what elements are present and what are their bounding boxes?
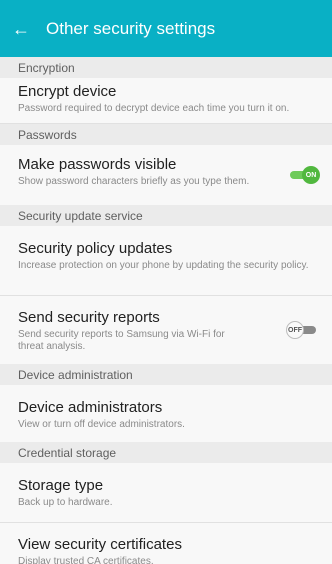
item-title: Device administrators bbox=[18, 399, 163, 416]
section-header-encryption: Encryption bbox=[0, 57, 332, 78]
send-security-reports-item[interactable]: Send security reports Send security repo… bbox=[0, 296, 332, 364]
device-administrators-item[interactable]: Device administrators View or turn off d… bbox=[0, 385, 332, 442]
view-security-certificates-item[interactable]: View security certificates Display trust… bbox=[0, 523, 332, 564]
item-subtitle: Password required to decrypt device each… bbox=[18, 103, 290, 114]
item-subtitle: Back up to hardware. bbox=[18, 497, 113, 508]
item-title: Make passwords visible bbox=[18, 156, 177, 173]
item-title: Send security reports bbox=[18, 309, 160, 326]
arrow-left-icon[interactable]: ← bbox=[12, 20, 36, 38]
item-title: Security policy updates bbox=[18, 240, 173, 257]
item-subtitle: Send security reports to Samsung via Wi-… bbox=[18, 329, 225, 352]
switch-knob: OFF bbox=[286, 321, 304, 339]
item-subtitle: View or turn off device administrators. bbox=[18, 419, 185, 430]
storage-type-item[interactable]: Storage type Back up to hardware. bbox=[0, 463, 332, 523]
page-title: Other security settings bbox=[46, 18, 216, 38]
section-header-security-update: Security update service bbox=[0, 205, 332, 226]
make-passwords-visible-item[interactable]: Make passwords visible Show password cha… bbox=[0, 145, 332, 205]
item-title: Encrypt device bbox=[18, 83, 117, 100]
item-subtitle: Increase protection on your phone by upd… bbox=[18, 260, 309, 271]
security-policy-updates-item[interactable]: Security policy updates Increase protect… bbox=[0, 226, 332, 296]
section-header-passwords: Passwords bbox=[0, 124, 332, 145]
section-header-device-administration: Device administration bbox=[0, 364, 332, 385]
section-header-credential-storage: Credential storage bbox=[0, 442, 332, 463]
app-bar: ← Other security settings bbox=[0, 0, 332, 57]
item-title: Storage type bbox=[18, 477, 104, 494]
make-passwords-visible-switch[interactable]: ON bbox=[286, 166, 320, 184]
item-subtitle: Display trusted CA certificates. bbox=[18, 556, 154, 564]
item-title: View security certificates bbox=[18, 536, 182, 553]
encrypt-device-item[interactable]: Encrypt device Password required to decr… bbox=[0, 78, 332, 124]
switch-knob: ON bbox=[302, 166, 320, 184]
send-security-reports-switch[interactable]: OFF bbox=[286, 321, 320, 339]
item-subtitle: Show password characters briefly as you … bbox=[18, 176, 250, 187]
